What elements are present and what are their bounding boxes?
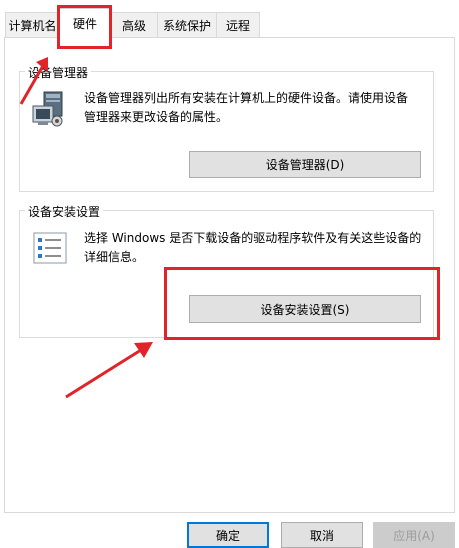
annotation-arrow-diagonal: [65, 342, 153, 399]
annotation-arrow-up: [19, 57, 48, 105]
annotation-arrows: [19, 57, 153, 399]
